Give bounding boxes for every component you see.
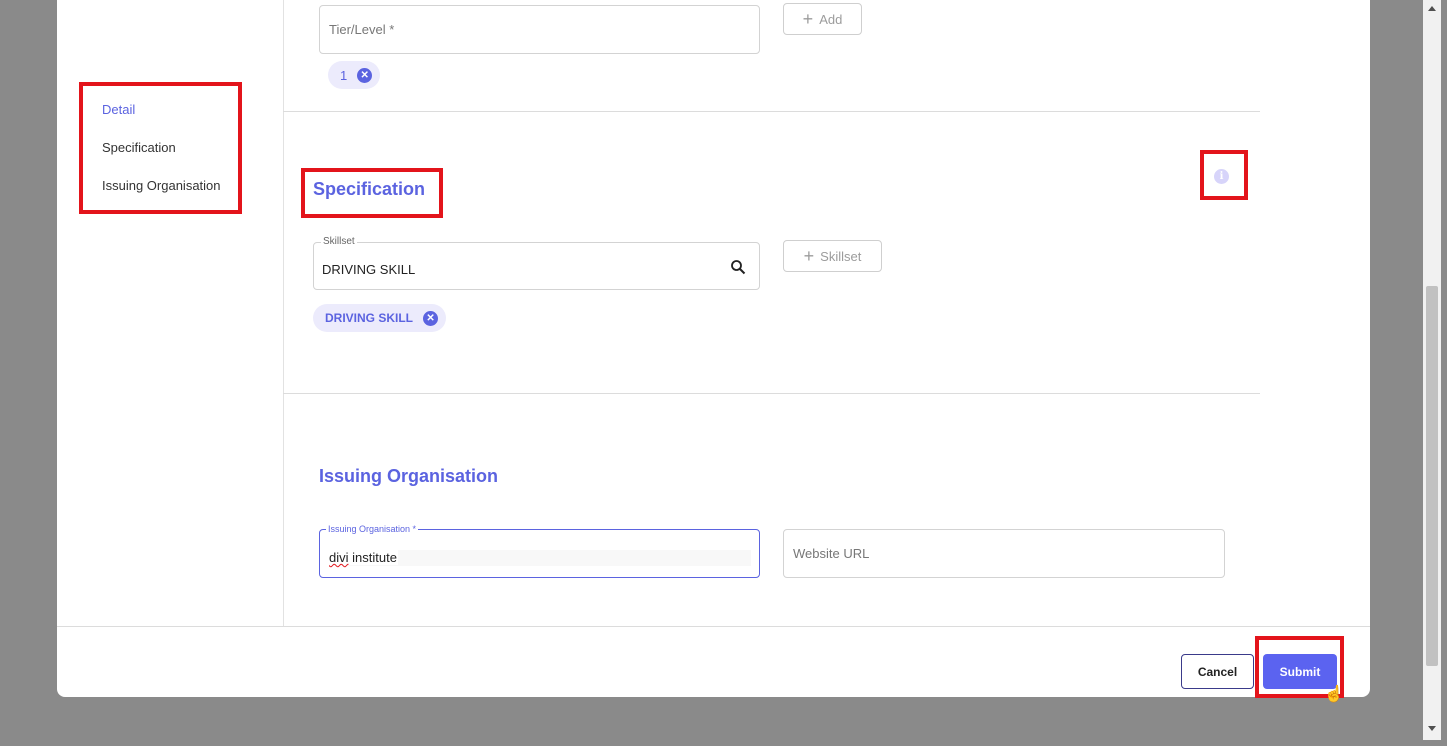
add-skillset-button[interactable]: + Skillset [783,240,882,272]
info-icon[interactable]: i [1214,169,1229,184]
tier-level-input[interactable]: Tier/Level * [319,5,760,54]
section-nav: Detail Specification Issuing Organisatio… [102,96,221,210]
add-tier-button[interactable]: + Add [783,3,862,35]
page-scrollbar[interactable] [1423,0,1441,740]
specification-title: Specification [313,179,426,199]
org-value-rest: institute [348,550,397,565]
sidebar-item-detail[interactable]: Detail [102,96,221,134]
search-icon[interactable] [730,259,746,275]
add-skillset-label: Skillset [820,248,862,264]
skillset-label: Skillset [321,236,357,247]
website-url-placeholder: Website URL [793,546,870,561]
tier-chip-label: 1 [340,67,348,83]
scroll-thumb[interactable] [1426,286,1438,666]
cancel-button[interactable]: Cancel [1181,654,1254,689]
hand-cursor-icon: ☝ [1324,686,1344,703]
sidebar-item-specification[interactable]: Specification [102,134,221,172]
skillset-search-input[interactable]: Skillset DRIVING SKILL [313,236,760,290]
section-divider [283,393,1260,394]
remove-chip-icon[interactable]: ✕ [423,310,439,326]
sidebar-item-issuing-organisation[interactable]: Issuing Organisation [102,172,221,210]
misspelled-word: divi [329,550,349,565]
issuing-organisation-label: Issuing Organisation * [326,524,419,534]
sidebar-divider [283,0,284,627]
website-url-input[interactable]: Website URL [783,529,1225,578]
skill-chip-label: DRIVING SKILL [325,311,414,325]
remove-chip-icon[interactable]: ✕ [357,67,373,83]
plus-icon: + [802,9,814,29]
plus-icon: + [803,246,815,266]
add-tier-label: Add [819,11,843,27]
skill-chip: DRIVING SKILL ✕ [313,304,447,332]
issuing-organisation-input[interactable]: Issuing Organisation * divi institute [319,524,760,578]
tier-chip: 1 ✕ [328,61,381,89]
credential-modal: Detail Specification Issuing Organisatio… [57,0,1370,697]
footer-divider [57,626,1370,627]
issuing-organisation-value: divi institute [329,550,751,566]
issuing-organisation-title: Issuing Organisation [319,466,499,486]
skillset-value: DRIVING SKILL [322,262,416,277]
section-divider [283,111,1260,112]
scroll-up-icon[interactable] [1428,6,1436,11]
scroll-down-icon[interactable] [1428,726,1436,731]
tier-level-placeholder: Tier/Level * [329,22,395,37]
text-caret [396,551,398,564]
